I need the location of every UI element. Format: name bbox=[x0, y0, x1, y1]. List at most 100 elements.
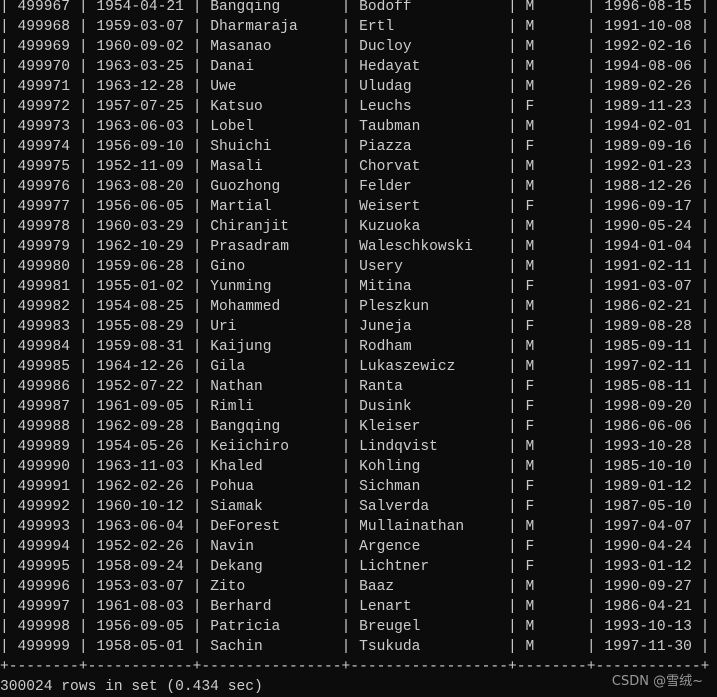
cell-emp-no: 499972 bbox=[17, 99, 71, 115]
cell-last-name: Kuzuoka bbox=[359, 219, 500, 235]
table-row: | 499989 | 1954-05-26 | Keiichiro | Lind… bbox=[0, 439, 710, 455]
cell-hire-date: 1993-01-12 bbox=[604, 559, 692, 575]
table-row: | 499991 | 1962-02-26 | Pohua | Sichman … bbox=[0, 479, 710, 495]
table-row: | 499974 | 1956-09-10 | Shuichi | Piazza… bbox=[0, 139, 710, 155]
cell-first-name: Martial bbox=[210, 199, 333, 215]
cell-gender: M bbox=[525, 359, 579, 375]
cell-gender: M bbox=[525, 0, 579, 15]
table-row: | 499982 | 1954-08-25 | Mohammed | Plesz… bbox=[0, 299, 710, 315]
cell-birth-date: 1963-06-03 bbox=[96, 119, 184, 135]
cell-first-name: Rimli bbox=[210, 399, 333, 415]
cell-emp-no: 499992 bbox=[17, 499, 71, 515]
cell-first-name: Mohammed bbox=[210, 299, 333, 315]
table-row: | 499987 | 1961-09-05 | Rimli | Dusink |… bbox=[0, 399, 710, 415]
cell-emp-no: 499967 bbox=[17, 0, 71, 15]
cell-hire-date: 1985-08-11 bbox=[604, 379, 692, 395]
watermark: CSDN @雪绒~ bbox=[611, 674, 703, 689]
cell-emp-no: 499987 bbox=[17, 399, 71, 415]
cell-gender: F bbox=[525, 399, 579, 415]
cell-last-name: Kleiser bbox=[359, 419, 500, 435]
cell-emp-no: 499986 bbox=[17, 379, 71, 395]
cell-gender: F bbox=[525, 379, 579, 395]
cell-gender: F bbox=[525, 139, 579, 155]
cell-birth-date: 1963-03-25 bbox=[96, 59, 184, 75]
cell-gender: M bbox=[525, 219, 579, 235]
cell-hire-date: 1985-09-11 bbox=[604, 339, 692, 355]
cell-emp-no: 499985 bbox=[17, 359, 71, 375]
cell-hire-date: 1993-10-13 bbox=[604, 619, 692, 635]
cell-hire-date: 1991-10-08 bbox=[604, 19, 692, 35]
cell-gender: F bbox=[525, 419, 579, 435]
table-row: | 499973 | 1963-06-03 | Lobel | Taubman … bbox=[0, 119, 710, 135]
terminal-output: | 499967 | 1954-04-21 | Bangqing | Bodof… bbox=[0, 0, 709, 697]
cell-first-name: Prasadram bbox=[210, 239, 333, 255]
cell-hire-date: 1997-11-30 bbox=[604, 639, 692, 655]
cell-gender: M bbox=[525, 119, 579, 135]
cell-emp-no: 499980 bbox=[17, 259, 71, 275]
cell-birth-date: 1963-11-03 bbox=[96, 459, 184, 475]
cell-last-name: Taubman bbox=[359, 119, 500, 135]
cell-gender: F bbox=[525, 539, 579, 555]
cell-last-name: Juneja bbox=[359, 319, 500, 335]
cell-gender: F bbox=[525, 479, 579, 495]
cell-first-name: Khaled bbox=[210, 459, 333, 475]
cell-first-name: Siamak bbox=[210, 499, 333, 515]
cell-hire-date: 1986-04-21 bbox=[604, 599, 692, 615]
cell-first-name: Gino bbox=[210, 259, 333, 275]
cell-first-name: DeForest bbox=[210, 519, 333, 535]
table-row: | 499992 | 1960-10-12 | Siamak | Salverd… bbox=[0, 499, 710, 515]
cell-hire-date: 1989-11-23 bbox=[604, 99, 692, 115]
cell-first-name: Chiranjit bbox=[210, 219, 333, 235]
cell-emp-no: 499969 bbox=[17, 39, 71, 55]
cell-emp-no: 499981 bbox=[17, 279, 71, 295]
cell-last-name: Mullainathan bbox=[359, 519, 500, 535]
cell-birth-date: 1956-09-10 bbox=[96, 139, 184, 155]
cell-gender: M bbox=[525, 79, 579, 95]
cell-hire-date: 1989-08-28 bbox=[604, 319, 692, 335]
cell-birth-date: 1958-05-01 bbox=[96, 639, 184, 655]
cell-hire-date: 1988-12-26 bbox=[604, 179, 692, 195]
cell-hire-date: 1989-02-26 bbox=[604, 79, 692, 95]
table-row: | 499993 | 1963-06-04 | DeForest | Mulla… bbox=[0, 519, 710, 535]
cell-birth-date: 1959-03-07 bbox=[96, 19, 184, 35]
cell-first-name: Katsuo bbox=[210, 99, 333, 115]
cell-first-name: Pohua bbox=[210, 479, 333, 495]
cell-gender: M bbox=[525, 459, 579, 475]
cell-birth-date: 1954-04-21 bbox=[96, 0, 184, 15]
table-row: | 499988 | 1962-09-28 | Bangqing | Kleis… bbox=[0, 419, 710, 435]
cell-hire-date: 1991-02-11 bbox=[604, 259, 692, 275]
cell-emp-no: 499990 bbox=[17, 459, 71, 475]
table-row: | 499967 | 1954-04-21 | Bangqing | Bodof… bbox=[0, 0, 710, 15]
cell-gender: M bbox=[525, 579, 579, 595]
cell-first-name: Shuichi bbox=[210, 139, 333, 155]
cell-birth-date: 1955-01-02 bbox=[96, 279, 184, 295]
cell-last-name: Ertl bbox=[359, 19, 500, 35]
table-row: | 499968 | 1959-03-07 | Dharmaraja | Ert… bbox=[0, 19, 710, 35]
cell-first-name: Uri bbox=[210, 319, 333, 335]
cell-first-name: Masanao bbox=[210, 39, 333, 55]
cell-birth-date: 1962-09-28 bbox=[96, 419, 184, 435]
cell-hire-date: 1994-08-06 bbox=[604, 59, 692, 75]
cell-last-name: Weisert bbox=[359, 199, 500, 215]
cell-hire-date: 1994-01-04 bbox=[604, 239, 692, 255]
cell-last-name: Dusink bbox=[359, 399, 500, 415]
cell-first-name: Dekang bbox=[210, 559, 333, 575]
cell-hire-date: 1989-01-12 bbox=[604, 479, 692, 495]
cell-hire-date: 1990-09-27 bbox=[604, 579, 692, 595]
table-row: | 499996 | 1953-03-07 | Zito | Baaz | M … bbox=[0, 579, 710, 595]
cell-gender: M bbox=[525, 39, 579, 55]
cell-first-name: Danai bbox=[210, 59, 333, 75]
cell-emp-no: 499978 bbox=[17, 219, 71, 235]
cell-gender: M bbox=[525, 619, 579, 635]
cell-emp-no: 499995 bbox=[17, 559, 71, 575]
cell-gender: M bbox=[525, 179, 579, 195]
table-row: | 499986 | 1952-07-22 | Nathan | Ranta |… bbox=[0, 379, 710, 395]
cell-gender: M bbox=[525, 339, 579, 355]
cell-last-name: Tsukuda bbox=[359, 639, 500, 655]
cell-first-name: Patricia bbox=[210, 619, 333, 635]
table-row: | 499983 | 1955-08-29 | Uri | Juneja | F… bbox=[0, 319, 710, 335]
cell-last-name: Mitina bbox=[359, 279, 500, 295]
cell-birth-date: 1959-08-31 bbox=[96, 339, 184, 355]
table-row: | 499976 | 1963-08-20 | Guozhong | Felde… bbox=[0, 179, 710, 195]
cell-last-name: Lenart bbox=[359, 599, 500, 615]
